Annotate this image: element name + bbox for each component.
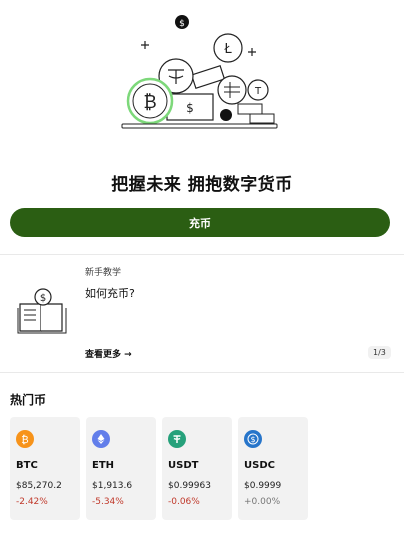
svg-text:$: $	[250, 435, 255, 444]
tether-icon	[168, 430, 186, 448]
pager-indicator: 1/3	[368, 346, 391, 359]
view-more-link[interactable]: 查看更多 →	[85, 347, 132, 360]
headline: 把握未来 拥抱数字货币	[111, 175, 293, 195]
bitcoin-icon: ₿	[16, 430, 34, 448]
coin-change: -2.42%	[16, 497, 48, 507]
coin-symbol: ETH	[92, 460, 115, 471]
hot-coins-title: 热门币	[10, 393, 47, 407]
svg-text:$: $	[40, 293, 46, 304]
svg-text:₿: ₿	[21, 434, 28, 445]
divider	[0, 254, 404, 255]
svg-text:$: $	[186, 101, 194, 115]
coin-change: -0.06%	[168, 497, 200, 507]
hero-illustration: $ Ł T $ ₿	[121, 15, 278, 129]
coin-symbol: USDT	[168, 460, 199, 471]
svg-text:$: $	[179, 19, 185, 29]
deposit-button[interactable]: 充币	[10, 208, 390, 237]
divider	[0, 372, 404, 373]
ethereum-icon	[92, 430, 110, 448]
coin-card-usdc[interactable]: $ USDC $0.9999 +0.00%	[238, 417, 308, 520]
svg-text:₿: ₿	[143, 92, 156, 113]
svg-text:T: T	[254, 86, 262, 97]
coin-card-btc[interactable]: ₿ BTC $85,270.2 -2.42%	[10, 417, 80, 520]
coin-price: $0.99963	[168, 481, 211, 491]
tutorial-title: 如何充币?	[85, 287, 135, 300]
coin-symbol: BTC	[16, 460, 38, 471]
coin-card-eth[interactable]: ETH $1,913.6 -5.34%	[86, 417, 156, 520]
coin-symbol: USDC	[244, 460, 275, 471]
book-coin-icon: $	[17, 288, 67, 334]
hot-coins-list: ₿ BTC $85,270.2 -2.42% ETH $1,913.6 -5.3…	[10, 417, 308, 520]
deposit-button-label: 充币	[189, 216, 211, 230]
coin-card-usdt[interactable]: USDT $0.99963 -0.06%	[162, 417, 232, 520]
usdc-icon: $	[244, 430, 262, 448]
coin-change: +0.00%	[244, 497, 281, 507]
coin-price: $1,913.6	[92, 481, 133, 491]
coin-price: $85,270.2	[16, 481, 62, 491]
svg-text:Ł: Ł	[223, 42, 232, 57]
tutorial-label: 新手教学	[85, 268, 122, 278]
coin-price: $0.9999	[244, 481, 282, 491]
coin-change: -5.34%	[92, 497, 124, 507]
